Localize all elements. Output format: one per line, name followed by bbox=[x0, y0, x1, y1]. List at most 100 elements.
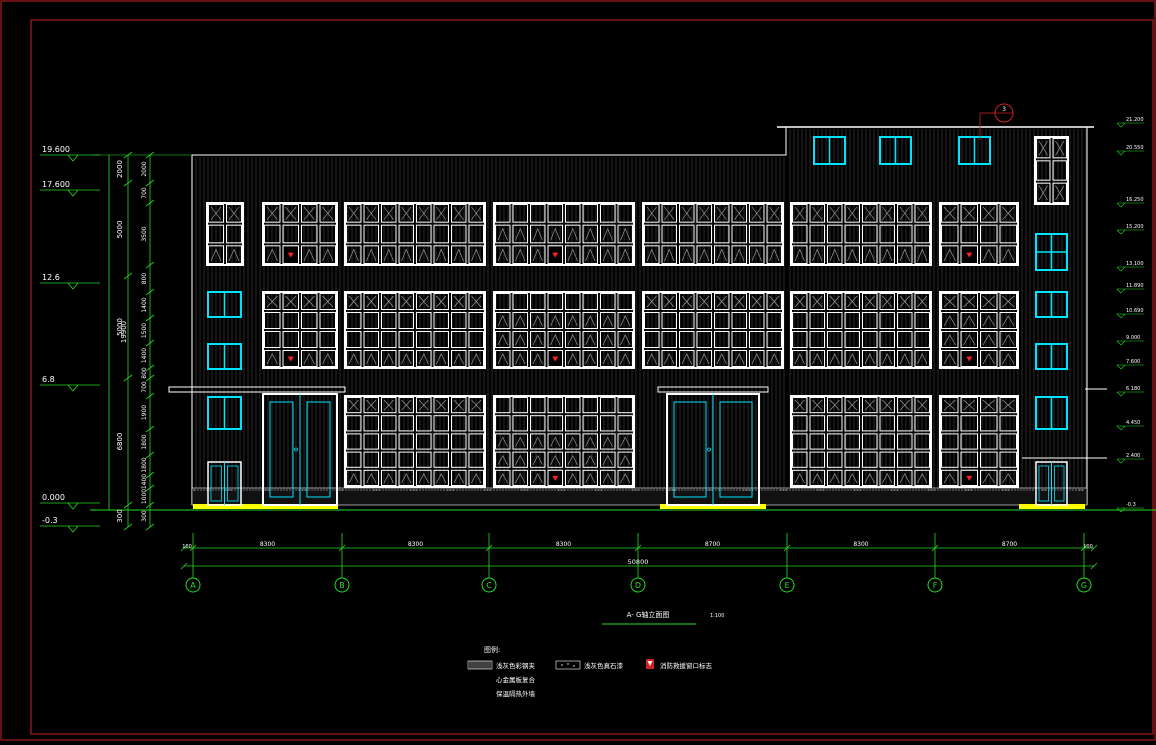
legend-extra-line-1: 心金属板复合 bbox=[496, 675, 536, 684]
bay-dimension: 8300 bbox=[853, 541, 868, 548]
legend-item-wall-panel: 浅灰色彩钢夹 bbox=[496, 661, 536, 670]
window-cyan-top-3 bbox=[958, 136, 991, 165]
axis-label: B bbox=[339, 581, 345, 590]
drawing-title: A- G轴立面图 bbox=[627, 610, 670, 619]
level-marker-right: 13.100 bbox=[1116, 261, 1144, 272]
vertical-dim-inner: 1400 bbox=[141, 348, 148, 363]
axis-bubble: C bbox=[481, 533, 497, 593]
detail-callout: 3 bbox=[979, 103, 1014, 140]
level-marker-left: -0.3 bbox=[40, 516, 100, 533]
bay-dimension: 8300 bbox=[260, 541, 275, 548]
level-label-right: 4.450 bbox=[1126, 420, 1140, 426]
axis-label: D bbox=[635, 581, 641, 590]
level-marker-right: 9.000 bbox=[1116, 335, 1144, 346]
axis-label: F bbox=[933, 581, 938, 590]
legend-escape-marker-icon bbox=[646, 659, 654, 669]
legend-item-escape-marker: 消防救援窗口标志 bbox=[660, 661, 713, 670]
vertical-dim-inner: 800 bbox=[141, 273, 148, 285]
window-stair-top bbox=[1034, 136, 1069, 205]
axis-label: E bbox=[784, 581, 789, 590]
level-marker-right: 10.690 bbox=[1116, 308, 1144, 319]
axis-bubble: B bbox=[334, 533, 350, 593]
facade-outline bbox=[191, 126, 1088, 505]
bay-dimension: 8300 bbox=[556, 541, 571, 548]
end-dimension: 100 bbox=[182, 544, 192, 550]
window-cyan-right-2 bbox=[1035, 291, 1068, 318]
vertical-dim-outer: 5000 bbox=[116, 221, 124, 239]
vertical-dim-inner: 1400 bbox=[141, 297, 148, 312]
bay-dimension: 8700 bbox=[1002, 541, 1017, 548]
level-marker-left: 0.000 bbox=[40, 493, 100, 510]
legend-item-stone: 浅灰色真石漆 bbox=[584, 661, 624, 670]
level-marker-right: 7.600 bbox=[1116, 359, 1144, 370]
level-label-right: 2.400 bbox=[1126, 453, 1140, 459]
level-label-right: 7.600 bbox=[1126, 359, 1140, 365]
drawing-title-block: A- G轴立面图 1:100 bbox=[602, 610, 724, 625]
vertical-dim-inner: 1800 bbox=[141, 457, 148, 472]
canopy-middle bbox=[657, 386, 769, 393]
level-label-left: 12.6 bbox=[42, 273, 60, 282]
window-cyan-right-1 bbox=[1035, 233, 1068, 271]
level-label-left: -0.3 bbox=[42, 516, 58, 525]
legend: 图例: 浅灰色彩钢夹 心金属板复合 保温隔热外墙 浅灰色真石漆 消防救援窗口标志 bbox=[467, 645, 713, 698]
level-label-right: 16.250 bbox=[1126, 197, 1144, 203]
level-label-right: -0.3 bbox=[1126, 502, 1136, 508]
level-label-right: 9.000 bbox=[1126, 335, 1140, 341]
axis-label: A bbox=[190, 581, 196, 590]
level-label-left: 17.600 bbox=[42, 180, 70, 189]
window-f2-g bbox=[939, 291, 1019, 369]
level-label-right: 10.690 bbox=[1126, 308, 1144, 314]
vertical-dim-inner: 1800 bbox=[141, 434, 148, 449]
level-marker-right: 21.200 bbox=[1116, 117, 1144, 128]
vertical-dim-inner: 700 bbox=[141, 381, 148, 393]
level-marker-right: 4.450 bbox=[1116, 420, 1144, 431]
vertical-dim-inner: 1000 bbox=[141, 489, 148, 504]
drawing-scale: 1:100 bbox=[710, 613, 724, 619]
level-marker-right: 11.890 bbox=[1116, 283, 1144, 294]
vertical-dim-outer: 5000 bbox=[116, 318, 124, 336]
window-f3-a bbox=[206, 202, 244, 266]
level-label-right: 6.180 bbox=[1126, 386, 1140, 392]
level-marker-left: 19.600 bbox=[40, 145, 100, 162]
level-marker-left: 12.6 bbox=[40, 273, 100, 290]
level-label-right: 20.550 bbox=[1126, 145, 1144, 151]
legend-wall-panel-icon bbox=[467, 660, 493, 670]
window-cyan-top-2 bbox=[879, 136, 912, 165]
level-marker-left: 17.600 bbox=[40, 180, 100, 197]
level-marker-right: 2.400 bbox=[1116, 453, 1144, 464]
cad-drawing-canvas: 19.600 17.600 12.6 6.8 0.000 -0.3 21.200 20.550… bbox=[0, 0, 1156, 741]
level-marker-left: 6.8 bbox=[40, 375, 100, 392]
axis-bubble: F bbox=[927, 533, 943, 593]
level-label-right: 15.200 bbox=[1126, 224, 1144, 230]
level-label-right: 21.200 bbox=[1126, 117, 1144, 123]
callout-number: 3 bbox=[1002, 106, 1006, 113]
window-cyan-right-3 bbox=[1035, 343, 1068, 370]
legend-heading: 图例: bbox=[484, 645, 500, 654]
window-cyan-top-1 bbox=[813, 136, 846, 165]
axis-bubble: E bbox=[779, 533, 795, 593]
vertical-dim-inner: 300 bbox=[141, 510, 148, 522]
vertical-dim-inner: 1500 bbox=[141, 323, 148, 338]
level-label-left: 6.8 bbox=[42, 375, 55, 384]
level-marker-right: 15.200 bbox=[1116, 224, 1144, 235]
vertical-dim-inner: 1400 bbox=[141, 474, 148, 489]
axis-bubble: G bbox=[1076, 533, 1092, 593]
level-label-right: 13.100 bbox=[1126, 261, 1144, 267]
bay-dimension: 8300 bbox=[408, 541, 423, 548]
axis-label: C bbox=[486, 581, 492, 590]
vertical-dim-outer: 6800 bbox=[116, 433, 124, 451]
level-marker-right: 6.180 bbox=[1116, 386, 1144, 397]
vertical-dim-inner: 700 bbox=[141, 187, 148, 199]
level-marker-right: 16.250 bbox=[1116, 197, 1144, 208]
vertical-dim-outer: 300 bbox=[116, 509, 124, 522]
axis-label: G bbox=[1081, 581, 1087, 590]
vertical-dim-inner: 1900 bbox=[141, 405, 148, 420]
window-cyan-right-4 bbox=[1035, 396, 1068, 430]
canopy-left bbox=[168, 386, 346, 393]
legend-extra-line-2: 保温隔热外墙 bbox=[496, 689, 536, 698]
vertical-dim-inner: 3500 bbox=[141, 226, 148, 241]
vertical-dim-outer: 2000 bbox=[116, 160, 124, 178]
axis-bubble: A bbox=[185, 533, 201, 593]
elevation-drawing: 19.600 17.600 12.6 6.8 0.000 -0.3 21.200 20.550… bbox=[0, 0, 1156, 741]
level-marker-right: 20.550 bbox=[1116, 145, 1144, 156]
